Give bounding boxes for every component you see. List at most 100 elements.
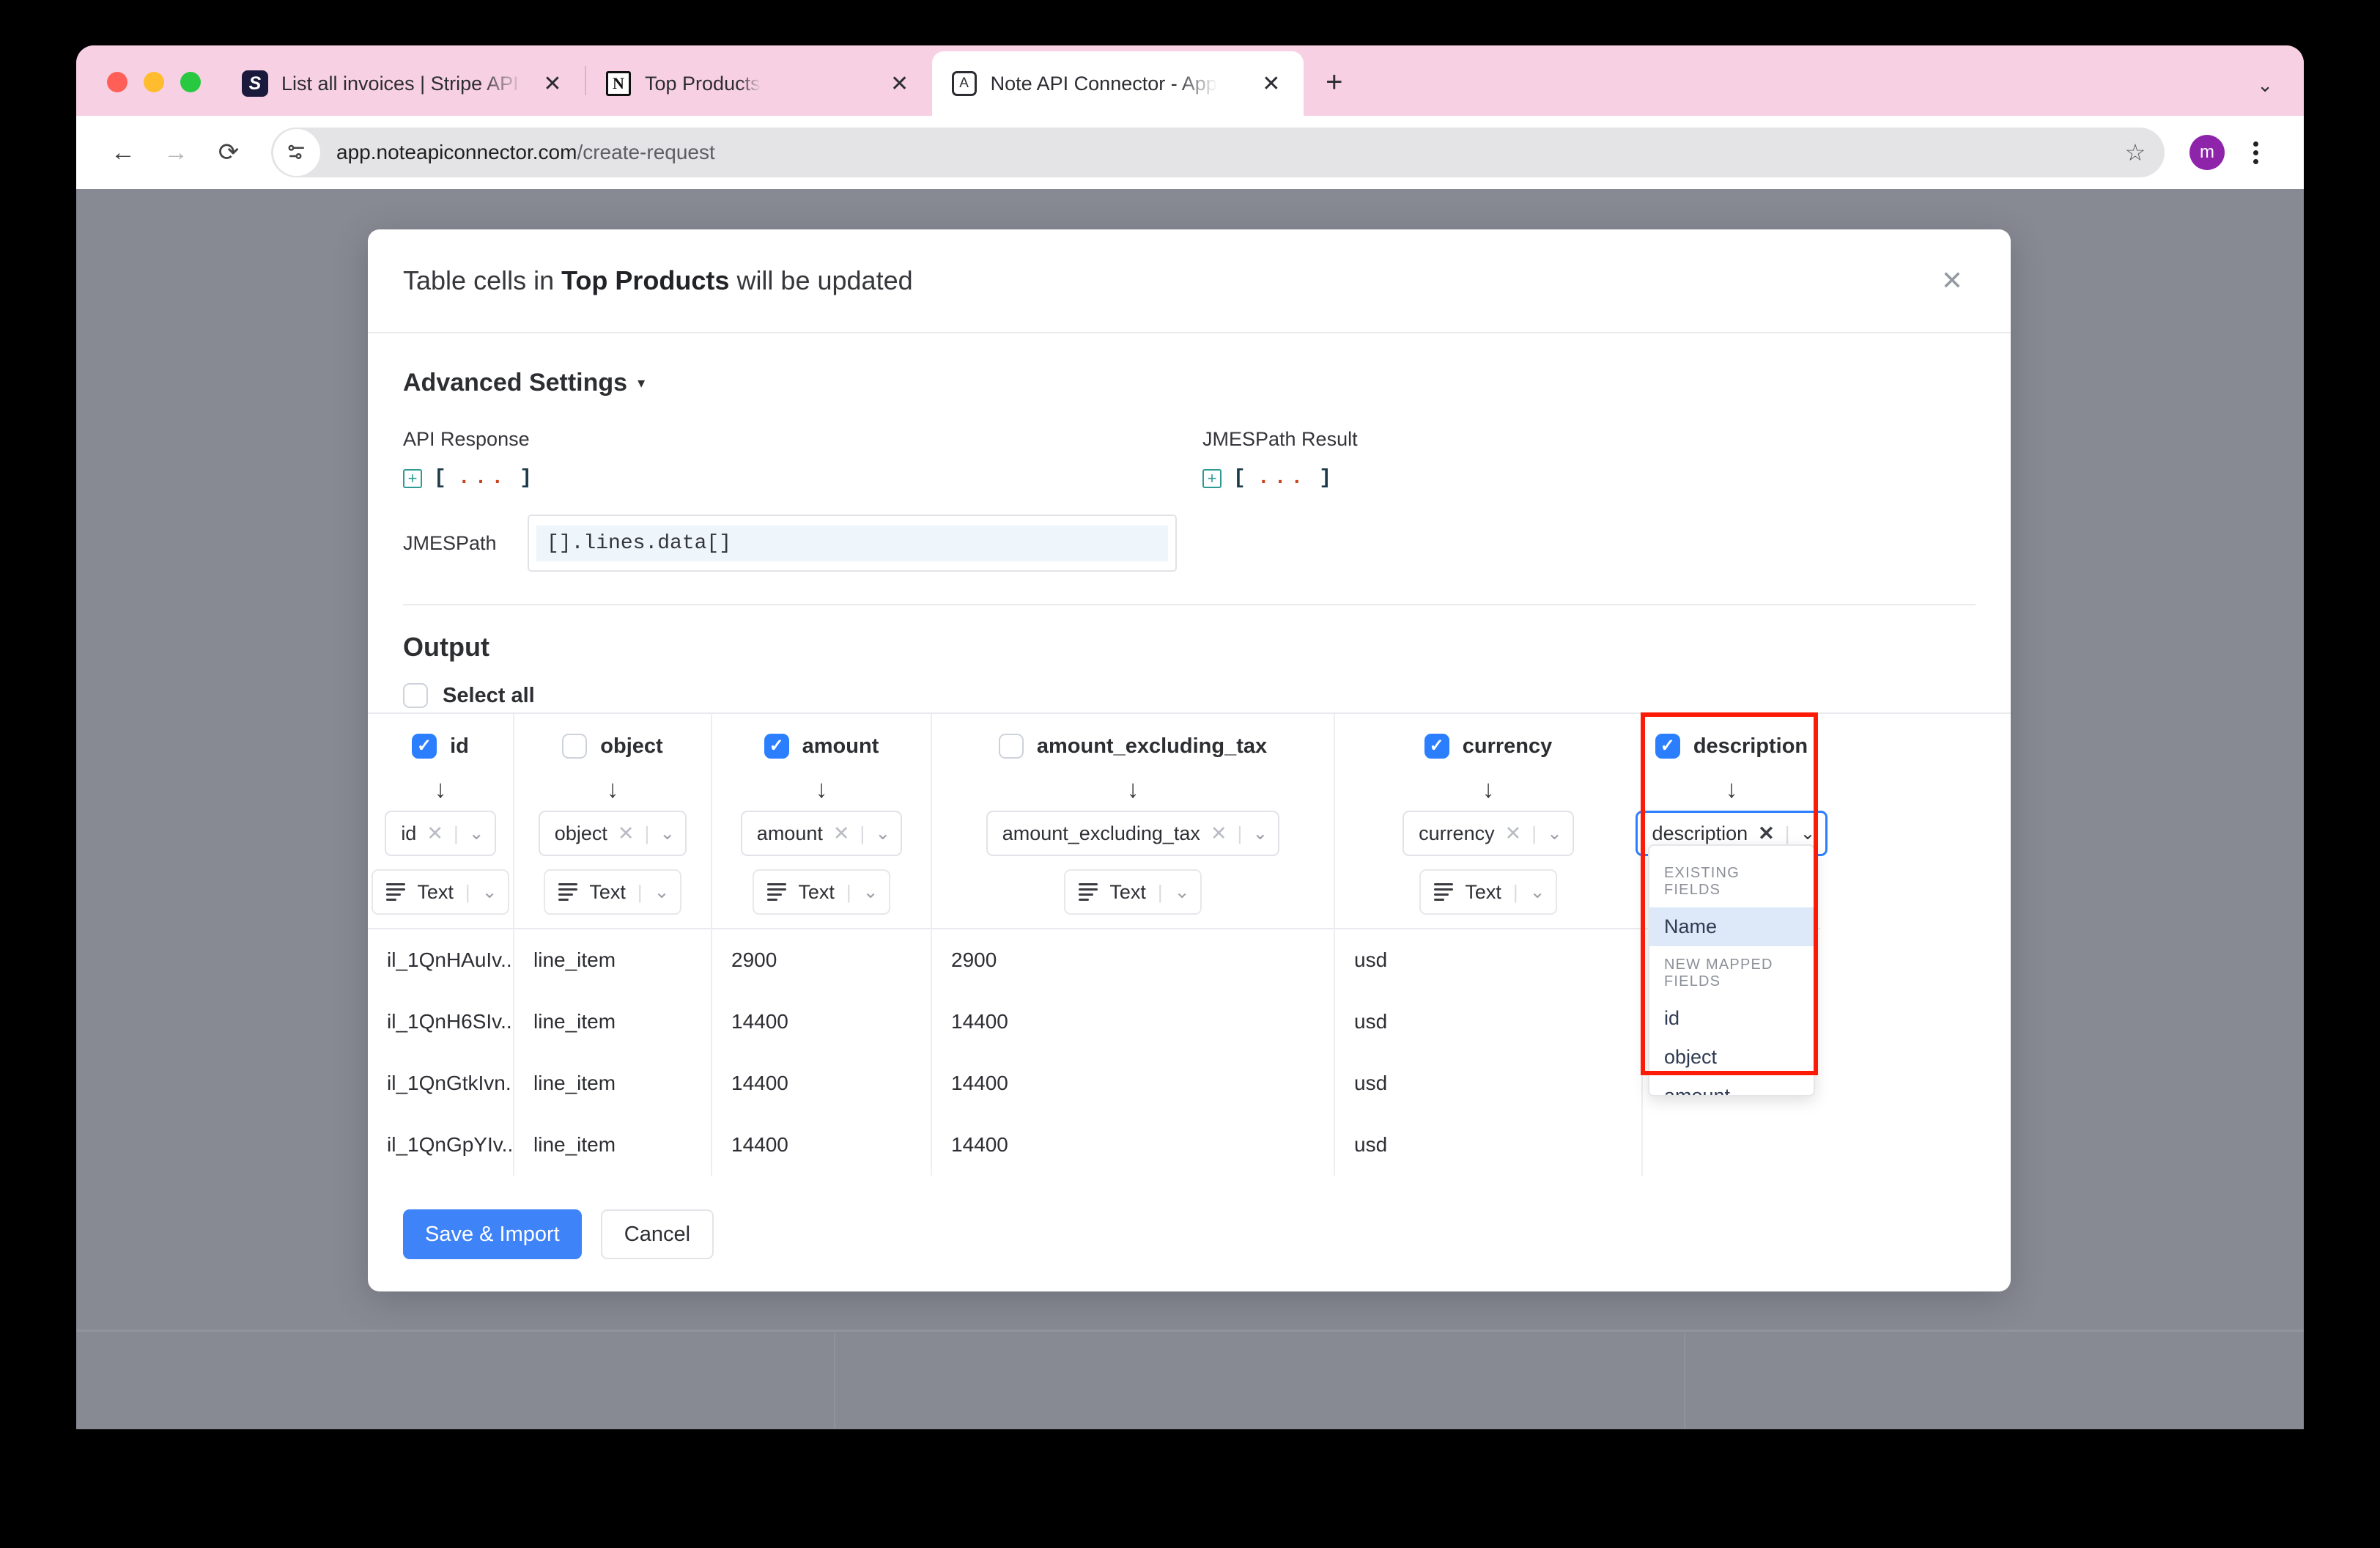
field-mapping-value: amount_excluding_tax (1002, 822, 1200, 844)
field-mapping-dropdown[interactable]: EXISTING FIELDS Name NEW MAPPED FIELDS i… (1648, 844, 1815, 1096)
browser-tab-stripe[interactable]: S List all invoices | Stripe API Re ✕ (223, 51, 585, 116)
text-type-icon (1079, 883, 1098, 901)
avatar[interactable]: m (2189, 135, 2225, 170)
chevron-down-icon[interactable]: ⌄ (482, 881, 498, 903)
select-all-checkbox[interactable] (403, 683, 428, 708)
maximize-window-button[interactable] (180, 72, 201, 92)
jmespath-input[interactable]: [].lines.data[] (528, 515, 1177, 572)
column-checkbox-description[interactable] (1655, 734, 1680, 759)
modal-header: Table cells in Top Products will be upda… (368, 229, 2011, 333)
jmespath-result-json-preview[interactable]: + [ ... ] (1202, 467, 1976, 490)
text-type-icon (1434, 883, 1454, 901)
chevron-down-icon[interactable]: ⌄ (659, 822, 675, 844)
clear-mapping-icon[interactable]: ✕ (618, 822, 635, 845)
reload-button[interactable]: ⟳ (202, 126, 255, 179)
column-header: id (368, 724, 513, 768)
table-cell: usd (1354, 1133, 1388, 1156)
dropdown-item-object[interactable]: object (1649, 1038, 1814, 1077)
chevron-down-icon[interactable]: ⌄ (863, 881, 879, 903)
advanced-settings-panel: API Response + [ ... ] JMESPath Result +… (403, 428, 1976, 490)
json-ellipsis: ... (1257, 467, 1308, 490)
output-column-amount: amount ↓ amount ✕ | ⌄ Text | ⌄ 2900 14400 14400 1440… (712, 714, 932, 1176)
api-response-json-preview[interactable]: + [ ... ] (403, 467, 1176, 490)
clear-mapping-icon[interactable]: ✕ (833, 822, 850, 845)
field-type-select-id[interactable]: Text | ⌄ (372, 869, 509, 915)
site-settings-icon[interactable] (273, 129, 320, 176)
arrow-down-icon: ↓ (1725, 775, 1738, 803)
field-mapping-select-id[interactable]: id ✕ | ⌄ (385, 811, 496, 856)
address-bar[interactable]: app.noteapiconnector.com/create-request … (271, 128, 2165, 177)
dropdown-item-amount[interactable]: amount (1649, 1077, 1814, 1095)
chevron-down-icon: ▾ (638, 375, 646, 391)
column-checkbox-amount[interactable] (764, 734, 789, 759)
field-type-select-object[interactable]: Text | ⌄ (544, 869, 681, 915)
api-response-label: API Response (403, 428, 530, 450)
chevron-down-icon[interactable]: ⌄ (1530, 881, 1545, 903)
save-import-button[interactable]: Save & Import (403, 1209, 582, 1259)
separator: | (465, 880, 470, 903)
chevron-down-icon[interactable]: ⌄ (1547, 822, 1562, 844)
field-type-select-amount-excluding-tax[interactable]: Text | ⌄ (1064, 869, 1202, 915)
new-tab-button[interactable]: + (1314, 62, 1355, 103)
chevron-down-icon[interactable]: ⌄ (875, 822, 890, 844)
chevron-down-icon[interactable]: ⌄ (1252, 822, 1268, 844)
field-mapping-select-amount-excluding-tax[interactable]: amount_excluding_tax ✕ | ⌄ (986, 811, 1280, 856)
table-cell: 14400 (951, 1072, 1008, 1094)
expand-icon[interactable]: + (1202, 468, 1222, 488)
forward-button[interactable]: → (149, 126, 202, 179)
type-row: Text | ⌄ (712, 869, 931, 915)
separator: | (1531, 822, 1537, 844)
browser-tab-top-products[interactable]: N Top Products ✕ (586, 51, 932, 116)
expand-icon[interactable]: + (403, 468, 422, 488)
jmespath-label: JMESPath (403, 531, 497, 554)
column-checkbox-id[interactable] (412, 734, 437, 759)
column-checkbox-currency[interactable] (1424, 734, 1449, 759)
chevron-down-icon[interactable]: ⌄ (1800, 822, 1816, 844)
column-cells: line_item line_item line_item line_item (514, 928, 711, 1176)
clear-mapping-icon[interactable]: ✕ (1758, 822, 1775, 845)
select-all-row[interactable]: Select all (403, 683, 1976, 708)
clear-mapping-icon[interactable]: ✕ (1211, 822, 1227, 845)
field-type-select-currency[interactable]: Text | ⌄ (1419, 869, 1557, 915)
page-viewport: Run N Made for Notion Table cells in Top… (76, 189, 2304, 1429)
field-mapping-select-amount[interactable]: amount ✕ | ⌄ (740, 811, 903, 856)
minimize-window-button[interactable] (144, 72, 164, 92)
browser-menu-icon[interactable] (2235, 132, 2276, 173)
cancel-button[interactable]: Cancel (600, 1209, 714, 1259)
output-column-amount-excluding-tax: amount_excluding_tax ↓ amount_excluding_ta… (932, 714, 1335, 1176)
column-header: object (514, 724, 711, 768)
browser-tab-note-api-connector[interactable]: A Note API Connector - App ✕ (931, 51, 1304, 116)
page-title: Table cells in Top Products will be upda… (403, 265, 913, 296)
column-checkbox-object[interactable] (562, 734, 588, 759)
field-mapping-value: object (554, 822, 607, 844)
stripe-icon: S (242, 70, 268, 97)
chevron-down-icon[interactable]: ⌄ (1175, 881, 1190, 903)
field-type-value: Text (1465, 880, 1501, 903)
jmespath-result-section: JMESPath Result + [ ... ] (1176, 428, 1976, 490)
dropdown-group-existing-fields: EXISTING FIELDS (1664, 865, 1740, 898)
chevron-down-icon[interactable]: ⌄ (654, 881, 670, 903)
field-mapping-select-object[interactable]: object ✕ | ⌄ (538, 811, 687, 856)
dropdown-item-name[interactable]: Name (1649, 907, 1814, 946)
dropdown-item-id[interactable]: id (1649, 999, 1814, 1038)
field-mapping-select-currency[interactable]: currency ✕ | ⌄ (1402, 811, 1574, 856)
column-checkbox-amount-excluding-tax[interactable] (998, 734, 1024, 759)
close-icon[interactable]: ✕ (536, 67, 569, 100)
advanced-settings-toggle[interactable]: Advanced Settings ▾ (403, 369, 1976, 397)
close-icon[interactable]: ✕ (884, 67, 916, 100)
field-type-select-amount[interactable]: Text | ⌄ (753, 869, 890, 915)
separator: | (644, 822, 650, 844)
back-button[interactable]: ← (97, 126, 149, 179)
json-close-bracket: ] (520, 467, 533, 490)
title-table-name: Top Products (561, 265, 730, 295)
close-window-button[interactable] (107, 72, 128, 92)
clear-mapping-icon[interactable]: ✕ (426, 822, 443, 845)
close-icon[interactable]: ✕ (1933, 262, 1971, 300)
table-cell: 14400 (731, 1010, 788, 1033)
clear-mapping-icon[interactable]: ✕ (1505, 822, 1522, 845)
close-icon[interactable]: ✕ (1255, 67, 1287, 100)
bookmark-star-icon[interactable]: ☆ (2115, 132, 2156, 173)
chevron-down-icon[interactable]: ⌄ (2257, 74, 2273, 97)
chevron-down-icon[interactable]: ⌄ (469, 822, 484, 844)
title-suffix: will be updated (729, 265, 913, 295)
